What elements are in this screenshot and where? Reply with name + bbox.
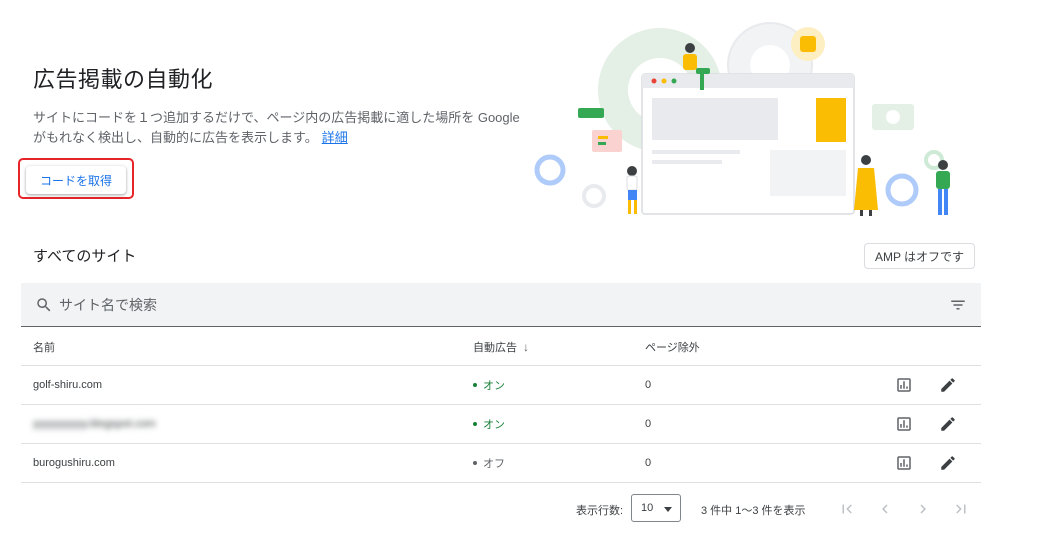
rows-per-page-select[interactable]: 10 [631,494,681,522]
edit-icon[interactable] [939,415,957,433]
rows-per-page-value: 10 [641,502,654,514]
pagination-range: 3 件中 1〜3 件を表示 [701,505,806,517]
learn-more-link[interactable]: 詳細 [322,130,348,145]
column-header-auto-ads-label: 自動広告 [473,341,517,354]
report-icon[interactable] [895,415,913,433]
pagination: 表示行数: 10 3 件中 1〜3 件を表示 [0,494,1058,524]
report-icon[interactable] [895,376,913,394]
table-header: 名前 自動広告 ↓ ページ除外 [21,328,981,366]
search-icon [37,298,51,312]
status-dot-icon [473,383,477,387]
rows-per-page-label: 表示行数: [576,505,624,517]
page-title: 広告掲載の自動化 [33,67,214,92]
auto-ads-status-label: オン [483,380,505,392]
site-name[interactable]: golf-shiru.com [33,366,102,404]
amp-toggle-button[interactable]: AMP はオフです [864,243,975,269]
dropdown-caret-icon [664,507,672,512]
site-name[interactable]: burogushiru.com [33,444,115,482]
report-icon[interactable] [895,454,913,472]
filter-icon[interactable] [949,296,967,314]
search-input[interactable] [59,283,919,326]
table-row[interactable]: golf-shiru.com オン 0 [21,366,981,405]
auto-ads-status[interactable]: オン [473,405,505,443]
auto-ads-illustration [534,22,950,216]
sites-table: 名前 自動広告 ↓ ページ除外 golf-shiru.com オン 0 yyyy… [21,328,981,483]
intro-text: サイトにコードを１つ追加するだけで、ページ内の広告掲載に適した場所を Googl… [33,108,533,148]
previous-page-icon[interactable] [876,500,894,518]
status-dot-icon [473,461,477,465]
section-title: すべてのサイト [33,248,137,265]
table-row[interactable]: yyyyyyyyyy.blogspot.com オン 0 [21,405,981,444]
auto-ads-status[interactable]: オン [473,366,505,404]
status-dot-icon [473,422,477,426]
column-header-page-exclusions[interactable]: ページ除外 [645,328,700,365]
edit-icon[interactable] [939,454,957,472]
edit-icon[interactable] [939,376,957,394]
site-search-bar [21,283,981,327]
auto-ads-status-label: オフ [483,458,505,470]
sort-arrow-down-icon: ↓ [523,339,529,354]
auto-ads-status-label: オン [483,419,505,431]
site-name[interactable]: yyyyyyyyyy.blogspot.com [33,405,156,443]
table-row[interactable]: burogushiru.com オフ 0 [21,444,981,483]
last-page-icon[interactable] [952,500,970,518]
page-exclusions-count: 0 [645,379,652,391]
page-exclusions-count: 0 [645,418,652,430]
column-header-auto-ads[interactable]: 自動広告 ↓ [473,328,529,365]
auto-ads-status[interactable]: オフ [473,444,505,482]
first-page-icon[interactable] [838,500,856,518]
column-header-name[interactable]: 名前 [33,328,55,365]
page-exclusions-count: 0 [645,457,652,469]
get-code-button[interactable]: コードを取得 [26,166,126,194]
intro-description: サイトにコードを１つ追加するだけで、ページ内の広告掲載に適した場所を Googl… [33,110,520,145]
next-page-icon[interactable] [914,500,932,518]
